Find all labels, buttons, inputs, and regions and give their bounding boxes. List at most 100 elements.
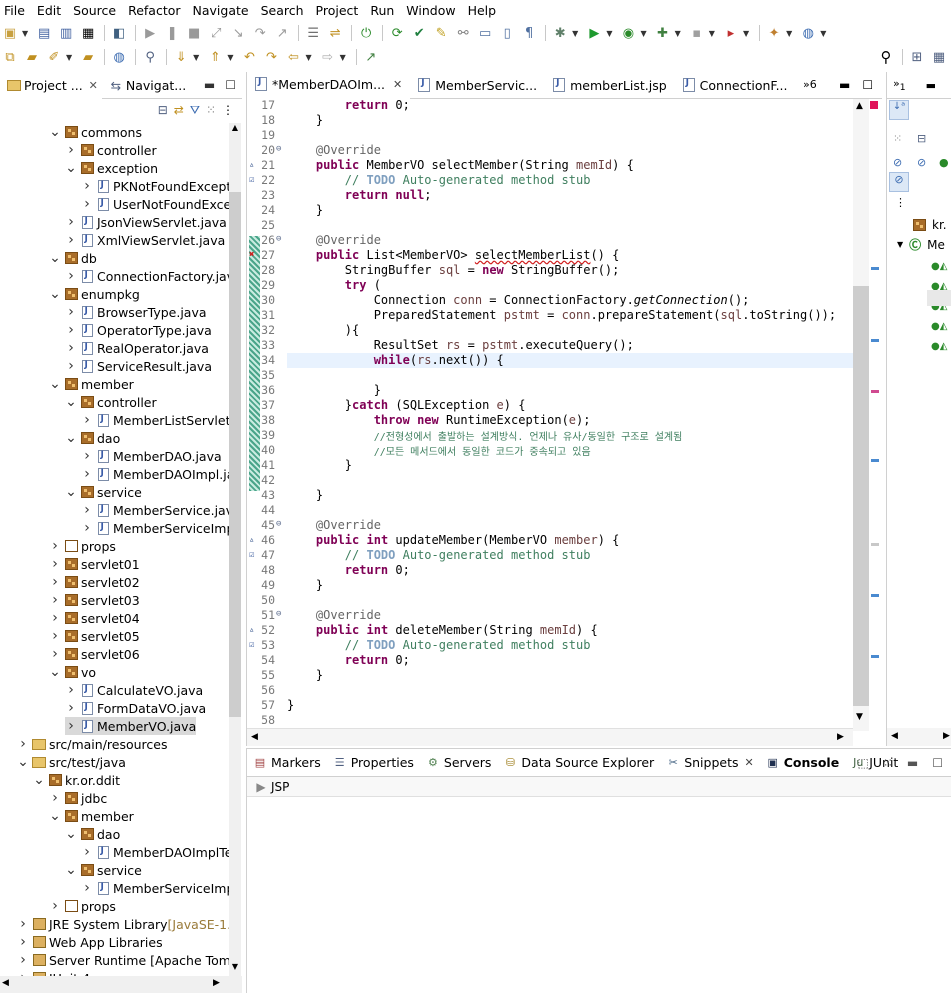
prev-annotation-icon[interactable]: ⇑	[205, 47, 225, 67]
clipboard-icon[interactable]: ▯	[497, 23, 517, 43]
debug-icon[interactable]: ✱	[550, 23, 570, 43]
chevron-right-icon[interactable]: ›	[17, 935, 29, 949]
chevron-right-icon[interactable]: ›	[49, 647, 61, 661]
tree-item[interactable]: ⌄ kr.or.ddit	[33, 771, 120, 789]
tree-item[interactable]: ⌄ dao	[65, 429, 120, 447]
hide-nonpublic-icon[interactable]: ⊘	[917, 156, 926, 169]
menu-search[interactable]: Search	[255, 0, 310, 22]
tree-item[interactable]: ⌄ member	[49, 375, 134, 393]
chevron-right-icon[interactable]: ›	[81, 521, 93, 535]
chevron-right-icon[interactable]: ›	[65, 305, 77, 319]
tree-scroll-thumb[interactable]	[229, 192, 241, 717]
menu-window[interactable]: Window	[400, 0, 461, 22]
more-tabs-button[interactable]: »6	[803, 78, 817, 91]
step-return-icon[interactable]: ↗	[272, 23, 292, 43]
editor-tab[interactable]: ConnectionF...	[675, 72, 796, 99]
override-marker-icon[interactable]: ▵	[249, 625, 259, 635]
tab-snippets[interactable]: ✂ Snippets ✕	[660, 749, 760, 777]
chevron-down-icon[interactable]: ⌄	[33, 773, 45, 787]
tree-item[interactable]: › controller	[65, 141, 156, 159]
chevron-right-icon[interactable]: ›	[65, 683, 77, 697]
tree-item[interactable]: › ServiceResult.java	[65, 357, 212, 375]
tree-item[interactable]: › MemberDAOImpl.jav	[81, 465, 230, 483]
tree-item[interactable]: ⌄ commons	[49, 123, 142, 141]
scroll-right-icon[interactable]: ▶	[837, 732, 844, 742]
chevron-right-icon[interactable]: ›	[49, 629, 61, 643]
tree-item[interactable]: › JsonViewServlet.java	[65, 213, 227, 231]
error-indicator-icon[interactable]	[870, 101, 878, 109]
chevron-down-icon[interactable]: ⌄	[17, 755, 29, 769]
tree-item[interactable]: › MemberService.java	[81, 501, 230, 519]
refresh-icon[interactable]: ⟳	[387, 23, 407, 43]
scroll-left-icon[interactable]: ◀	[251, 732, 258, 742]
chevron-down-icon[interactable]: ▼	[572, 29, 578, 38]
task-marker-icon[interactable]: ☑	[249, 550, 259, 560]
close-icon[interactable]: ✕	[89, 79, 98, 92]
chevron-right-icon[interactable]: ›	[65, 143, 77, 157]
scroll-left-icon[interactable]: ◀	[891, 731, 898, 741]
disconnect-icon[interactable]: ⤢	[206, 23, 226, 43]
chevron-right-icon[interactable]: ›	[17, 917, 29, 931]
tree-item[interactable]: › JRE System Library [JavaSE-1.8]	[17, 915, 230, 933]
chevron-right-icon[interactable]: ›	[65, 323, 77, 337]
scroll-down-icon[interactable]: ▼	[229, 962, 241, 974]
step-into-icon[interactable]: ↘	[228, 23, 248, 43]
web-browser-icon[interactable]: ◍	[109, 47, 129, 67]
view-menu-more-icon[interactable]: ⋮	[222, 103, 234, 117]
editor-horizontal-scrollbar[interactable]: ◀ ▶	[247, 728, 853, 746]
chevron-down-icon[interactable]: ▼	[606, 29, 612, 38]
outline-horizontal-scrollbar[interactable]: ◀ ▶	[887, 728, 951, 746]
tree-item[interactable]: › servlet05	[49, 627, 140, 645]
editor-tab[interactable]: memberList.jsp	[545, 72, 675, 99]
tree-item[interactable]: › MemberListServlet.ja	[81, 411, 230, 429]
perspective-icon[interactable]: ⊞	[907, 47, 927, 67]
tree-item[interactable]: ⌄ dao	[65, 825, 120, 843]
chevron-right-icon[interactable]: ›	[49, 611, 61, 625]
close-icon[interactable]: ✕	[745, 756, 754, 769]
fold-icon[interactable]: ⊖	[276, 234, 281, 244]
open-task-icon[interactable]: ✐	[44, 47, 64, 67]
chevron-down-icon[interactable]: ⌄	[49, 287, 61, 301]
minimize-icon[interactable]: ▬	[907, 756, 918, 770]
menu-file[interactable]: File	[0, 0, 31, 22]
chevron-down-icon[interactable]: ▼	[305, 53, 311, 62]
tree-item[interactable]: ⌄ exception	[65, 159, 158, 177]
override-marker-icon[interactable]: ▵	[249, 535, 259, 545]
step-over-icon[interactable]: ↷	[250, 23, 270, 43]
search-icon[interactable]: ⚲	[876, 47, 896, 67]
maximize-icon[interactable]: ☐	[862, 78, 873, 92]
tree-horizontal-scrollbar[interactable]: ◀ ▶	[0, 976, 242, 993]
suspend-icon[interactable]: ❚	[162, 23, 182, 43]
outline-tab-icon[interactable]: »1	[893, 77, 906, 93]
tree-item[interactable]: › OperatorType.java	[65, 321, 212, 339]
chevron-down-icon[interactable]: ▼	[709, 29, 715, 38]
next-annotation-icon[interactable]: ⇓	[171, 47, 191, 67]
tree-item[interactable]: › MemberServiceImpl	[81, 519, 230, 537]
tree-item[interactable]: ⌄ member	[49, 807, 134, 825]
chevron-right-icon[interactable]: ›	[65, 341, 77, 355]
task-marker-icon[interactable]: ☑	[249, 640, 259, 650]
tree-item[interactable]: › src/main/resources	[17, 735, 167, 753]
outline-item-class[interactable]: ▼ Ⓒ Me	[897, 236, 945, 253]
menu-edit[interactable]: Edit	[31, 0, 67, 22]
snippet-group-jsp[interactable]: ▶ JSP	[247, 777, 951, 797]
search-type-icon[interactable]: ⚲	[140, 47, 160, 67]
tree-item[interactable]: › servlet04	[49, 609, 140, 627]
resume-icon[interactable]: ▶	[140, 23, 160, 43]
chevron-right-icon[interactable]: ›	[81, 467, 93, 481]
view-menu-icon[interactable]: ⁙	[883, 756, 893, 770]
tree-item[interactable]: › props	[49, 537, 116, 555]
tree-item[interactable]: ⌄ src/test/java	[17, 753, 126, 771]
globe-icon[interactable]: ◍	[798, 23, 818, 43]
tree-item[interactable]: › MemberDAOImplTe	[81, 843, 230, 861]
pin-editor-icon[interactable]: ↗	[361, 47, 381, 67]
chevron-right-icon[interactable]: ›	[49, 899, 61, 913]
tree-item[interactable]: › MemberDAO.java	[81, 447, 221, 465]
chevron-down-icon[interactable]: ⌄	[49, 251, 61, 265]
forward-edit-icon[interactable]: ↷	[261, 47, 281, 67]
toggle-mark-icon[interactable]: ◧	[109, 23, 129, 43]
tab-data-source-explorer[interactable]: ⛁ Data Source Explorer	[497, 749, 660, 777]
tree-item[interactable]: › Server Runtime [Apache Tomcat	[17, 951, 230, 969]
error-marker-icon[interactable]: ✖	[249, 250, 259, 260]
tree-item[interactable]: › RealOperator.java	[65, 339, 209, 357]
